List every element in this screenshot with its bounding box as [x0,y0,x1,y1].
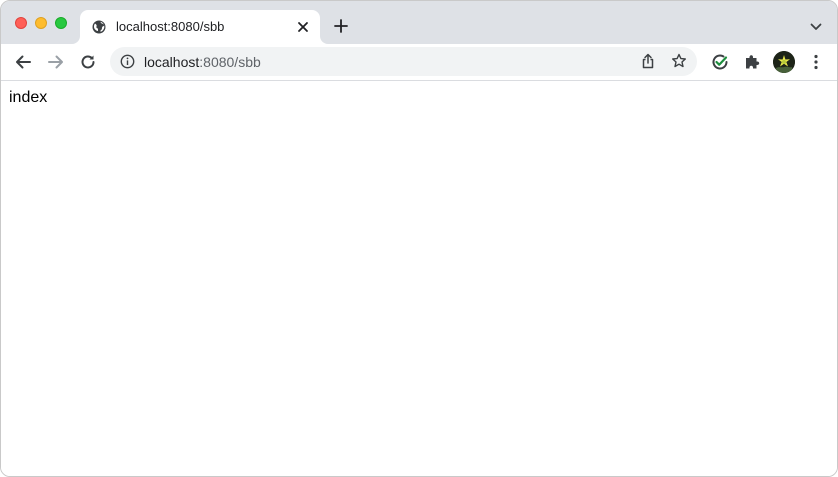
kebab-menu-icon[interactable] [807,53,825,71]
arrow-left-icon[interactable] [14,53,32,71]
info-icon[interactable] [120,54,135,69]
tab-active[interactable]: localhost:8080/sbb [80,10,320,44]
browser-window: localhost:8080/sbb localhost:8080/sbb in… [0,0,838,477]
page-content: index [1,81,837,476]
window-minimize-button[interactable] [35,17,47,29]
close-icon[interactable] [296,20,310,34]
avatar[interactable] [773,51,795,73]
address-url[interactable]: localhost:8080/sbb [144,54,261,70]
page-body-text: index [9,89,48,106]
check-circle-icon[interactable] [711,53,729,71]
tab-strip: localhost:8080/sbb [1,1,837,44]
address-bar[interactable]: localhost:8080/sbb [110,47,697,76]
star-icon[interactable] [671,53,687,69]
chevron-down-icon[interactable] [809,20,823,34]
arrow-right-icon[interactable] [47,53,65,71]
profile-picture [773,51,795,73]
puzzle-icon[interactable] [743,53,761,71]
toolbar: localhost:8080/sbb [1,44,837,81]
tab-title: localhost:8080/sbb [116,19,225,34]
plus-icon[interactable] [334,19,348,33]
window-close-button[interactable] [15,17,27,29]
url-path: :8080/sbb [199,54,261,70]
reload-icon[interactable] [79,53,97,71]
url-host: localhost [144,54,200,70]
window-maximize-button[interactable] [55,17,67,29]
globe-icon [92,20,106,34]
share-icon[interactable] [640,53,656,69]
